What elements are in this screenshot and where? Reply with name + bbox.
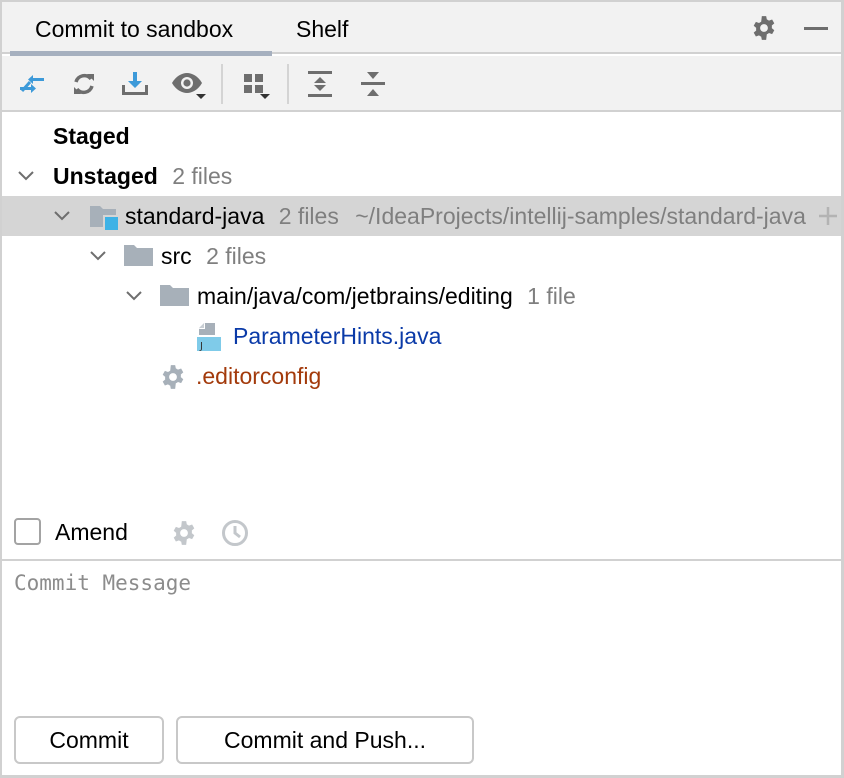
group-by-icon[interactable]	[238, 68, 278, 100]
plus-icon[interactable]	[815, 196, 841, 236]
rollback-icon[interactable]	[16, 68, 48, 100]
minimize-icon[interactable]	[802, 14, 830, 42]
collapse-all-icon[interactable]	[357, 68, 389, 100]
module-label: standard-java	[125, 203, 265, 229]
tab-shelf[interactable]: Shelf	[296, 2, 348, 54]
refresh-icon[interactable]	[68, 68, 100, 100]
src-label: src	[161, 243, 192, 269]
changes-tree: Staged Unstaged 2 files standard-java 2 …	[2, 114, 841, 504]
toolbar-separator	[287, 64, 289, 104]
tree-node-file-editorconfig[interactable]: .editorconfig	[2, 356, 841, 396]
package-count: 1 file	[527, 283, 576, 309]
package-label: main/java/com/jetbrains/editing	[197, 283, 513, 309]
module-folder-icon	[90, 206, 119, 231]
src-count: 2 files	[206, 243, 267, 269]
staged-label: Staged	[53, 123, 130, 149]
unstaged-count: 2 files	[172, 163, 233, 189]
commit-and-push-button[interactable]: Commit and Push...	[176, 716, 474, 764]
tree-node-unstaged[interactable]: Unstaged 2 files	[2, 156, 841, 196]
expand-all-icon[interactable]	[304, 68, 336, 100]
folder-icon	[124, 245, 153, 266]
chevron-down-icon[interactable]	[89, 248, 107, 264]
unstaged-label: Unstaged	[53, 163, 158, 189]
commit-options-gear-icon[interactable]	[170, 519, 198, 547]
tab-commit-to-sandbox[interactable]: Commit to sandbox	[10, 2, 272, 56]
file-editorconfig-label: .editorconfig	[196, 363, 322, 389]
tree-node-staged[interactable]: Staged	[2, 116, 841, 156]
tree-node-module[interactable]: standard-java 2 files ~/IdeaProjects/int…	[2, 196, 841, 236]
file-java-label: ParameterHints.java	[233, 323, 442, 349]
toolbar-separator	[221, 64, 223, 104]
settings-file-icon	[162, 365, 184, 389]
module-count: 2 files	[278, 203, 339, 229]
chevron-down-icon[interactable]	[53, 208, 71, 224]
commit-message-input[interactable]	[2, 563, 841, 703]
view-options-icon[interactable]	[170, 68, 210, 100]
commit-history-clock-icon[interactable]	[221, 519, 249, 547]
commit-button[interactable]: Commit	[14, 716, 164, 764]
module-path: ~/IdeaProjects/intellij-samples/standard…	[355, 203, 806, 229]
java-file-icon: J	[197, 323, 221, 352]
chevron-down-icon[interactable]	[125, 288, 143, 304]
amend-checkbox[interactable]	[14, 518, 41, 545]
tab-bar: Commit to sandbox Shelf	[2, 2, 841, 56]
tree-node-file-java[interactable]: J ParameterHints.java	[2, 316, 841, 356]
amend-label: Amend	[55, 519, 128, 545]
gear-icon[interactable]	[750, 14, 778, 42]
amend-bar: Amend	[2, 505, 841, 561]
svg-text:J: J	[199, 341, 203, 352]
toolbar	[2, 56, 841, 112]
folder-icon	[160, 285, 189, 306]
tree-node-package[interactable]: main/java/com/jetbrains/editing 1 file	[2, 276, 841, 316]
update-icon[interactable]	[119, 68, 151, 100]
chevron-down-icon[interactable]	[17, 168, 35, 184]
tree-node-src[interactable]: src 2 files	[2, 236, 841, 276]
